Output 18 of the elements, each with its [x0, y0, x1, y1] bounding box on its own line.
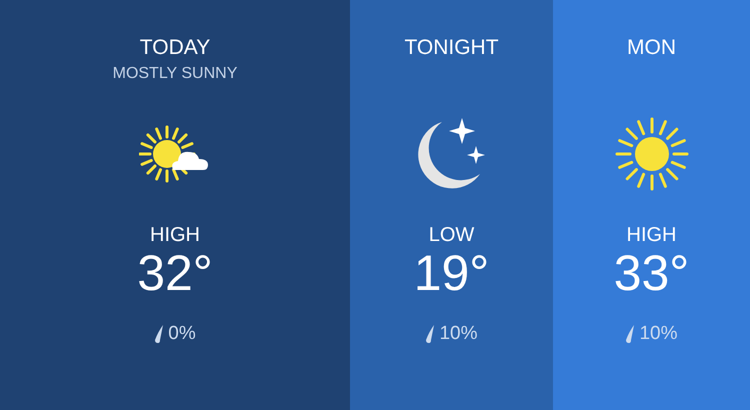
- precipitation-chance: 0%: [168, 322, 196, 346]
- precipitation-chance: 10%: [439, 322, 478, 346]
- temp-label: HIGH: [150, 224, 200, 246]
- temp-label: HIGH: [626, 224, 676, 246]
- raindrop-icon: [625, 324, 636, 344]
- precipitation-chance: 10%: [639, 322, 678, 346]
- raindrop-icon: [425, 324, 436, 344]
- period-title: MON: [627, 36, 676, 60]
- sun-icon: [614, 116, 690, 192]
- sun-cloud-icon: [139, 124, 211, 184]
- temperature: 19°: [414, 246, 490, 300]
- temp-label: LOW: [428, 224, 474, 246]
- condition-text: MOSTLY SUNNY: [112, 64, 238, 84]
- period-title: TODAY: [140, 36, 210, 60]
- temperature: 33°: [614, 246, 690, 300]
- temperature: 32°: [137, 246, 213, 300]
- period-title: TONIGHT: [404, 36, 499, 60]
- raindrop-icon: [154, 324, 164, 344]
